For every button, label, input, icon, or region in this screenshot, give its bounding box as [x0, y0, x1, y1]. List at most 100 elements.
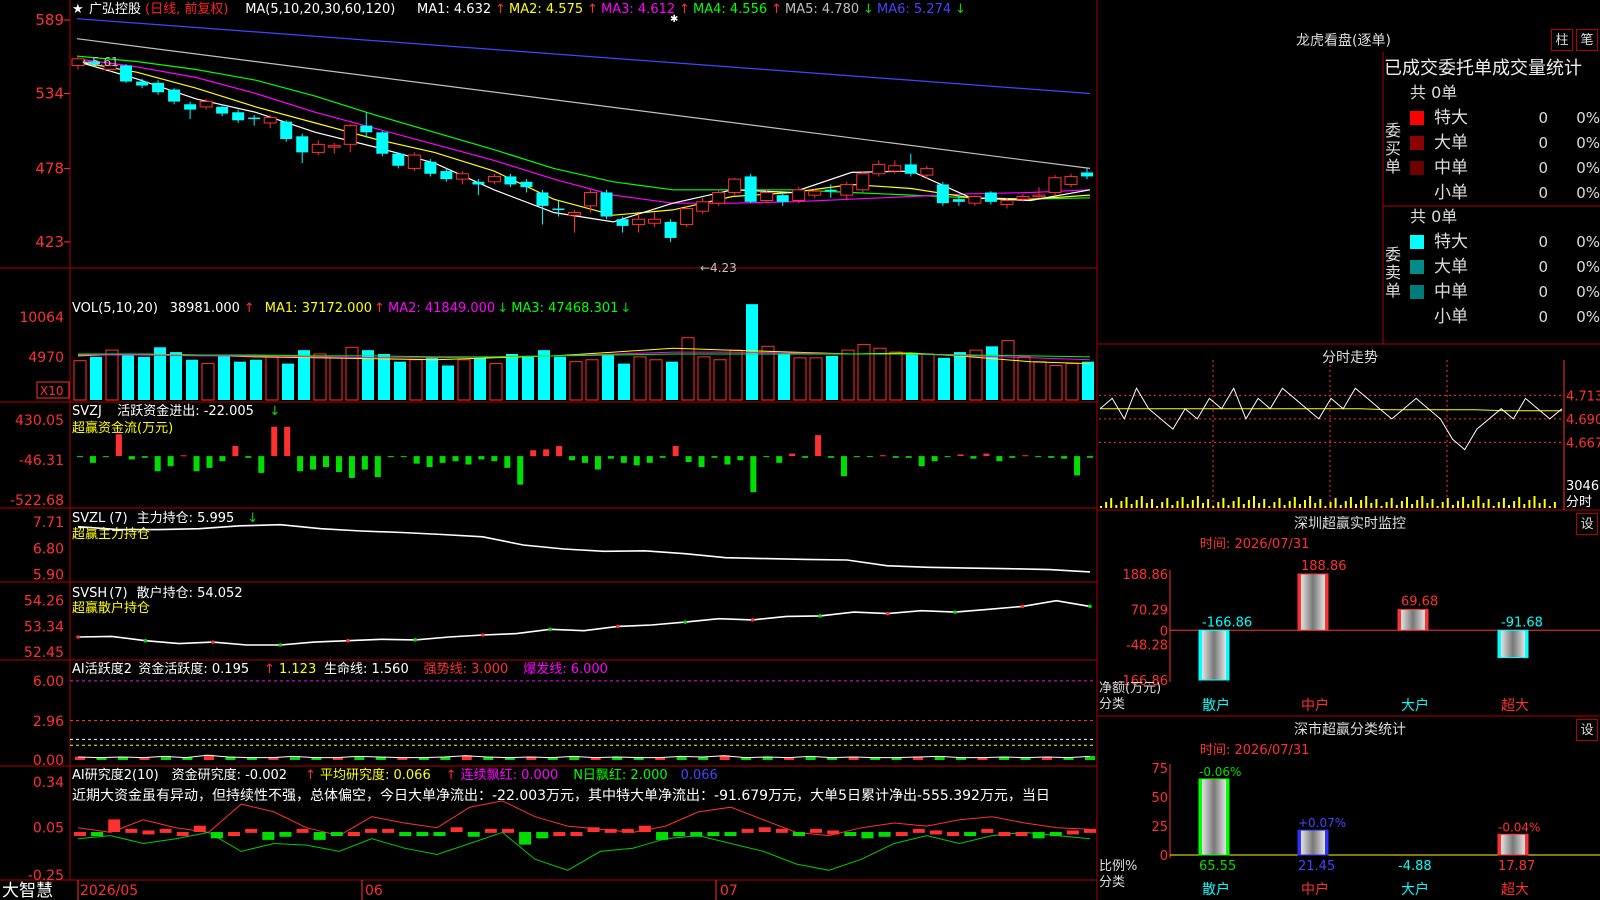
stats-value-label: 17.87 [1498, 859, 1535, 874]
ma-value-label: MA6: 5.274 [877, 2, 951, 17]
stats-category-label: 散户 [1202, 881, 1230, 898]
sell-orders-label: 卖 [1385, 263, 1401, 282]
monitor-category-label: 中户 [1301, 697, 1329, 714]
research-bar [279, 832, 292, 837]
retail-hold-legend: 散户持仓: 54.052 [137, 585, 243, 601]
volume-bar [1001, 340, 1015, 401]
candle-body [776, 195, 789, 202]
ma-value-label: MA3: 4.612 [601, 2, 675, 17]
volume-legend: 38981.000 [170, 301, 240, 316]
intraday-title: 分时走势 [1322, 350, 1378, 366]
fund-flow-bar [620, 456, 627, 463]
candle-body [1000, 199, 1014, 206]
fund-flow-bar [297, 456, 304, 472]
dragon-tiger-title: 龙虎看盘(逐单) [1296, 33, 1391, 49]
intraday-volume-bar [1472, 500, 1475, 508]
volume-bar [1017, 356, 1031, 401]
monitor-y-caption: 净额(万元) [1099, 681, 1161, 696]
pen-mode-button[interactable]: 笔 [1576, 29, 1598, 51]
fund-flow-bar [815, 435, 822, 457]
intraday-volume-bar [1502, 498, 1505, 508]
bar-mode-button[interactable]: 柱 [1551, 29, 1573, 51]
volume-bar [409, 359, 423, 401]
fund-flow-bar [957, 454, 964, 457]
research-bar [142, 830, 155, 835]
volume-bar [282, 363, 294, 400]
stats-x-caption: 分类 [1099, 875, 1125, 890]
stats-category-label: 中户 [1301, 881, 1329, 898]
candle-body [712, 191, 726, 204]
stats-settings-button[interactable]: 设 [1576, 719, 1598, 741]
intraday-volume-bar [1457, 501, 1459, 508]
intraday-tick-label: 4.713 [1566, 389, 1600, 404]
sell-orders-swatch [1410, 235, 1424, 249]
research-bar [570, 832, 583, 837]
intraday-volume-bar [1360, 500, 1363, 508]
volume-bar [873, 347, 887, 401]
intraday-volume-bar [1115, 505, 1118, 508]
research-bar [673, 832, 686, 837]
stats-bar-edge [1298, 830, 1301, 855]
intraday-volume-bar [1375, 499, 1378, 508]
volume-ma-arrow: ↓ [620, 301, 631, 316]
retail-hold-tick-label: 53.34 [24, 620, 64, 636]
intraday-volume-bar [1487, 499, 1490, 508]
retail-hold-dot [76, 635, 80, 639]
intraday-volume-bar [1227, 505, 1230, 508]
intraday-volume-bar [1400, 501, 1403, 508]
volume-bar [697, 356, 711, 401]
candle-body [600, 192, 613, 217]
sell-orders-swatch [1410, 285, 1424, 299]
buy-orders-row-name: 小单 [1434, 183, 1468, 203]
monitor-settings-button[interactable]: 设 [1576, 513, 1598, 535]
research-bar [929, 830, 942, 835]
research-bar [878, 832, 891, 837]
volume-bar [218, 355, 230, 400]
intraday-volume-bar [1508, 505, 1510, 508]
intraday-volume-bar [1324, 506, 1327, 508]
intraday-volume-bar [1319, 499, 1322, 508]
activity-legend: 资金活跃度: 0.195 [138, 661, 249, 677]
intraday-tick-label: 4.667 [1566, 436, 1600, 451]
volume-bar [729, 349, 743, 401]
intraday-volume-bar [1298, 504, 1301, 508]
fund-flow-bar [724, 456, 731, 465]
fund-flow-bar [983, 453, 990, 457]
buy-orders-swatch [1410, 136, 1424, 150]
volume-legend: ↑ [244, 301, 255, 316]
candle-body [808, 190, 822, 196]
retail-hold-dot [953, 610, 957, 614]
volume-bar [793, 357, 807, 401]
fund-flow-bar [879, 455, 886, 457]
intraday-volume-bar [1207, 499, 1210, 508]
research-bar [758, 827, 771, 833]
intraday-volume-bar [1125, 497, 1128, 508]
candle-body [136, 81, 149, 86]
monitor-bar [1198, 629, 1230, 681]
monitor-value-label: -91.68 [1501, 615, 1543, 630]
volume-bar [857, 343, 871, 401]
monitor-x-caption: 分类 [1099, 697, 1125, 712]
monitor-bar-edge [1398, 609, 1401, 631]
retail-hold-dot [818, 614, 822, 618]
main-hold-tick-label: 5.90 [33, 568, 64, 584]
research-bar [125, 828, 138, 833]
volume-bar [442, 365, 454, 400]
retail-hold-dot [278, 643, 283, 647]
volume-ma-label: MA3: 47468.301 [511, 301, 618, 316]
research-note: 近期大资金虽有异动，但持续性不强，总体偏空，今日大单净流出：-22.003万元，… [72, 787, 1050, 804]
volume-bar [138, 356, 150, 400]
ma-arrow: ↑ [679, 2, 690, 17]
chart-canvas[interactable]: 589 534 478 423 ★ 广弘控股 (日线, 前复权) MA(5,10,20,30,… [0, 0, 1600, 900]
research-legend: 平均研究度: 0.066 [320, 767, 431, 783]
candle-body [584, 191, 598, 207]
research-legend: ↑ [446, 768, 457, 783]
volume-bar [105, 349, 119, 401]
sell-orders-label: 单 [1385, 281, 1401, 300]
intraday-volume-bar [1436, 506, 1439, 508]
volume-bar [602, 354, 614, 400]
volume-bar [186, 359, 198, 400]
volume-bar [73, 360, 87, 401]
trade-stats-header: 已成交委托单成交量统计 [1384, 58, 1582, 79]
sell-orders-row-name: 特大 [1434, 232, 1468, 252]
